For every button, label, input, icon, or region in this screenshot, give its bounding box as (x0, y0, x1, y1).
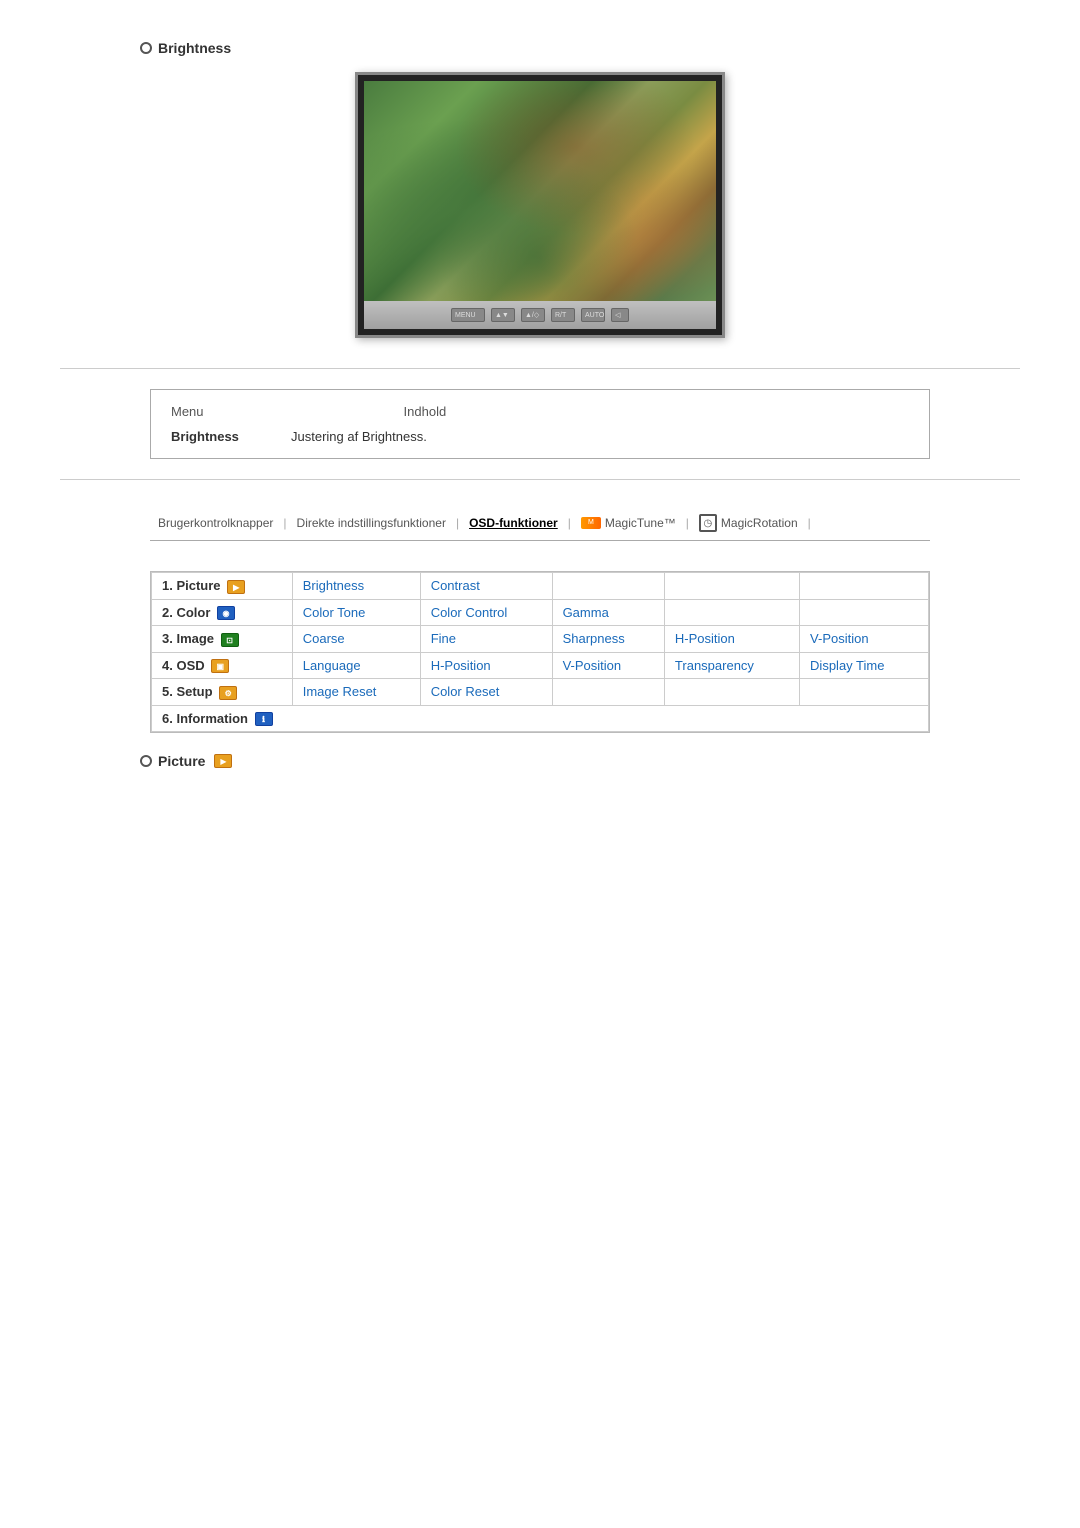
color-icon: ◉ (217, 606, 235, 620)
table-row: 1. Picture ▶ Brightness Contrast (152, 573, 929, 600)
cell-empty-4 (664, 599, 799, 626)
cell-transparency[interactable]: Transparency (664, 652, 799, 679)
radio-icon-2 (140, 755, 152, 767)
table-row: 6. Information ℹ (152, 705, 929, 732)
menu-row-name: Brightness (171, 429, 271, 444)
tab-osd[interactable]: OSD-funktioner (461, 512, 566, 534)
menu-item-color: 2. Color ◉ (152, 599, 293, 626)
menu-table-row: Brightness Justering af Brightness. (171, 429, 909, 444)
cell-color-control[interactable]: Color Control (420, 599, 552, 626)
tab-magicrotation[interactable]: ◷ MagicRotation (691, 510, 806, 536)
cell-image-reset[interactable]: Image Reset (292, 679, 420, 706)
picture-icon-2: ▶ (214, 754, 232, 768)
tab-brugerkontrol[interactable]: Brugerkontrolknapper (150, 512, 281, 534)
menu-item-information: 6. Information ℹ (152, 705, 929, 732)
brightness-label: Brightness (158, 40, 231, 56)
header-indhold: Indhold (404, 404, 447, 419)
cell-contrast[interactable]: Contrast (420, 573, 552, 600)
cell-empty-5 (800, 599, 929, 626)
image-icon: ⊡ (221, 633, 239, 647)
tab-magictune[interactable]: M MagicTune™ (573, 512, 684, 534)
magic-icon: M (581, 517, 601, 529)
cell-brightness[interactable]: Brightness (292, 573, 420, 600)
menu-item-image: 3. Image ⊡ (152, 626, 293, 653)
cell-gamma[interactable]: Gamma (552, 599, 664, 626)
separator-2 (60, 479, 1020, 480)
tab-direkte[interactable]: Direkte indstillingsfunktioner (289, 512, 454, 534)
cell-v-position-osd[interactable]: V-Position (552, 652, 664, 679)
picture-label: Picture (158, 753, 205, 769)
brightness-button[interactable]: ▲▼ (491, 308, 515, 322)
monitor-container: MENU ▲▼ ▲/◇ R/T AUTO ◁ (350, 72, 730, 338)
table-row: 5. Setup ⚙ Image Reset Color Reset (152, 679, 929, 706)
monitor-frame: MENU ▲▼ ▲/◇ R/T AUTO ◁ (355, 72, 725, 338)
picture-heading: Picture ▶ (140, 753, 1020, 769)
cell-empty-7 (664, 679, 799, 706)
osd-icon: ▣ (211, 659, 229, 673)
menu-button[interactable]: MENU (451, 308, 485, 322)
cell-coarse[interactable]: Coarse (292, 626, 420, 653)
power-button[interactable]: ◁ (611, 308, 629, 322)
updown-button[interactable]: ▲/◇ (521, 308, 545, 322)
information-icon: ℹ (255, 712, 273, 726)
rotation-icon: ◷ (699, 514, 717, 532)
auto-button[interactable]: AUTO (581, 308, 605, 322)
menu-table-container: Menu Indhold Brightness Justering af Bri… (150, 389, 930, 459)
table-row: 2. Color ◉ Color Tone Color Control Gamm… (152, 599, 929, 626)
cell-v-position-img[interactable]: V-Position (800, 626, 929, 653)
osd-table: 1. Picture ▶ Brightness Contrast 2. Colo… (151, 572, 929, 732)
cell-empty-2 (664, 573, 799, 600)
cell-language[interactable]: Language (292, 652, 420, 679)
table-row: 4. OSD ▣ Language H-Position V-Position … (152, 652, 929, 679)
osd-table-container: 1. Picture ▶ Brightness Contrast 2. Colo… (150, 571, 930, 733)
cell-empty-3 (800, 573, 929, 600)
table-row: 3. Image ⊡ Coarse Fine Sharpness H-Posit… (152, 626, 929, 653)
separator-1 (60, 368, 1020, 369)
cell-color-tone[interactable]: Color Tone (292, 599, 420, 626)
monitor-screen (364, 81, 716, 301)
cell-fine[interactable]: Fine (420, 626, 552, 653)
header-menu: Menu (171, 404, 204, 419)
monitor-bezel: MENU ▲▼ ▲/◇ R/T AUTO ◁ (364, 301, 716, 329)
setup-icon: ⚙ (219, 686, 237, 700)
nav-tabs: Brugerkontrolknapper | Direkte indstilli… (150, 510, 930, 541)
cell-empty-1 (552, 573, 664, 600)
brightness-heading: Brightness (140, 40, 1020, 56)
picture-icon: ▶ (227, 580, 245, 594)
menu-table-header: Menu Indhold (171, 404, 909, 419)
cell-h-position-osd[interactable]: H-Position (420, 652, 552, 679)
cell-sharpness[interactable]: Sharpness (552, 626, 664, 653)
menu-item-osd: 4. OSD ▣ (152, 652, 293, 679)
cell-empty-6 (552, 679, 664, 706)
cell-display-time[interactable]: Display Time (800, 652, 929, 679)
menu-item-picture: 1. Picture ▶ (152, 573, 293, 600)
cell-color-reset[interactable]: Color Reset (420, 679, 552, 706)
cell-h-position-img[interactable]: H-Position (664, 626, 799, 653)
rt-button[interactable]: R/T (551, 308, 575, 322)
menu-item-setup: 5. Setup ⚙ (152, 679, 293, 706)
menu-row-value: Justering af Brightness. (291, 429, 427, 444)
cell-empty-8 (800, 679, 929, 706)
radio-icon (140, 42, 152, 54)
